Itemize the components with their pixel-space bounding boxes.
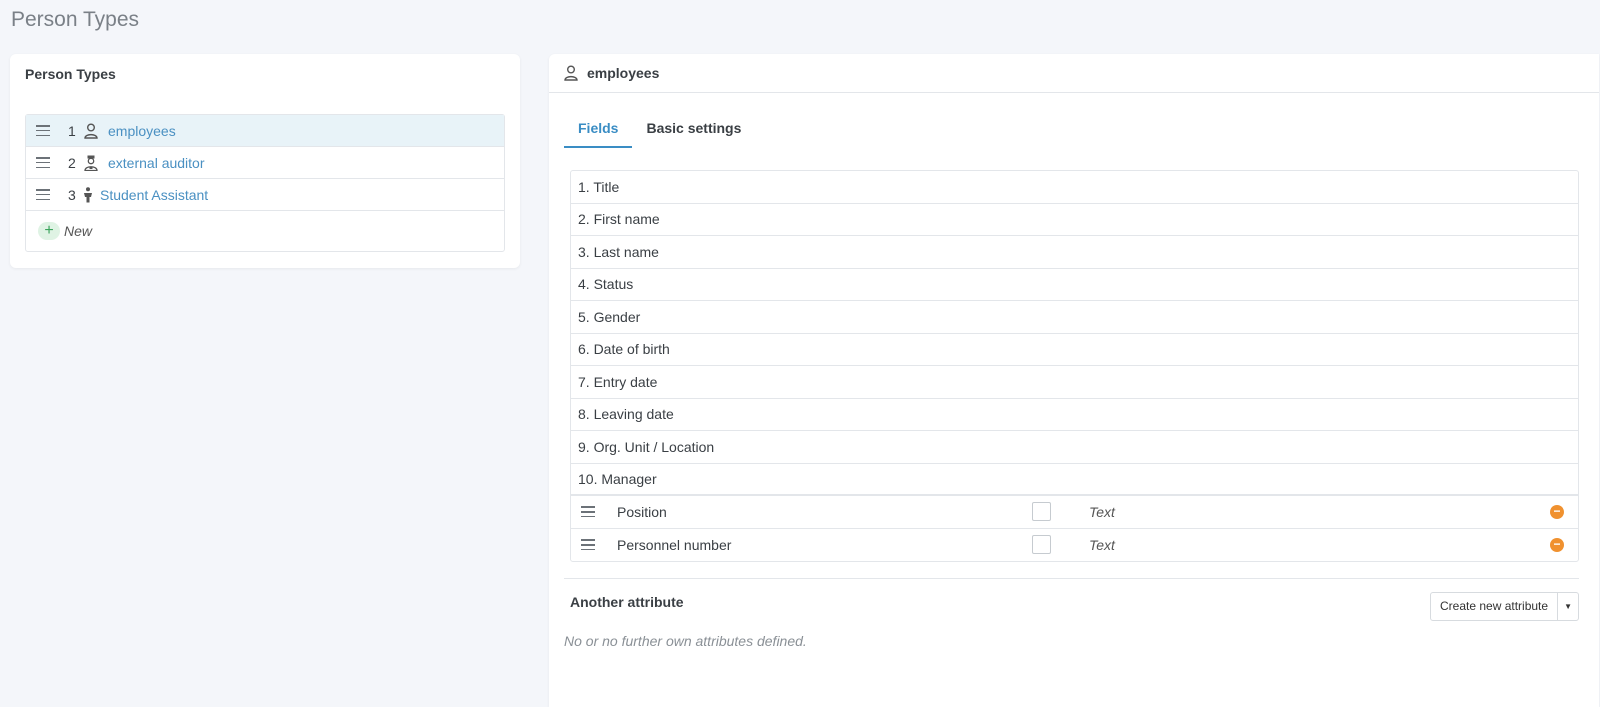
fixed-field-row: 8. Leaving date — [571, 399, 1578, 431]
drag-handle-icon[interactable] — [581, 506, 595, 518]
drag-handle-icon[interactable] — [581, 539, 595, 551]
fixed-field-row: 1. Title — [571, 171, 1578, 204]
remove-attribute-icon[interactable]: − — [1550, 537, 1564, 552]
drag-handle-icon[interactable] — [36, 189, 50, 200]
fields-list: 1. Title 2. First name 3. Last name 4. S… — [570, 170, 1579, 562]
person-type-label[interactable]: Student Assistant — [100, 187, 208, 203]
create-new-attribute-button[interactable]: Create new attribute ▼ — [1430, 592, 1580, 621]
new-person-type-row: + New — [26, 211, 504, 251]
person-type-detail-panel: employees Fields Basic settings 1. Title… — [549, 54, 1599, 707]
fixed-field-row: 10. Manager — [571, 464, 1578, 496]
another-attribute-title: Another attribute — [570, 594, 684, 610]
person-standing-icon — [82, 186, 94, 204]
person-outline-icon — [82, 122, 100, 140]
person-type-number: 3 — [68, 186, 76, 203]
person-types-panel: Person Types 1 employees 2 external audi… — [10, 54, 520, 268]
attribute-row-personnel-number: Personnel number Text − — [571, 529, 1578, 562]
section-divider — [564, 578, 1579, 579]
detail-header-title: employees — [587, 65, 660, 81]
attribute-checkbox[interactable] — [1032, 535, 1051, 555]
detail-header: employees — [549, 54, 1599, 93]
attribute-checkbox[interactable] — [1032, 502, 1051, 522]
fixed-field-row: 7. Entry date — [571, 366, 1578, 399]
fixed-field-row: 2. First name — [571, 204, 1578, 236]
tab-fields[interactable]: Fields — [564, 112, 633, 148]
drag-handle-icon[interactable] — [36, 125, 50, 136]
fixed-field-row: 3. Last name — [571, 236, 1578, 269]
caret-down-icon[interactable]: ▼ — [1558, 593, 1578, 620]
fixed-field-row: 6. Date of birth — [571, 334, 1578, 366]
drag-handle-icon[interactable] — [36, 157, 50, 168]
person-types-list: 1 employees 2 external auditor 3 Student… — [25, 114, 505, 252]
fixed-field-row: 4. Status — [571, 269, 1578, 301]
person-type-number: 1 — [68, 122, 76, 139]
person-types-panel-title: Person Types — [25, 66, 116, 82]
person-type-item-student-assistant[interactable]: 3 Student Assistant — [26, 179, 504, 211]
person-type-item-employees[interactable]: 1 employees — [26, 115, 504, 147]
create-new-attribute-label[interactable]: Create new attribute — [1431, 593, 1559, 620]
page-title: Person Types — [11, 8, 140, 31]
plus-icon: + — [38, 222, 60, 240]
fixed-field-row: 5. Gender — [571, 301, 1578, 334]
person-type-label[interactable]: external auditor — [108, 155, 205, 171]
tab-basic-settings[interactable]: Basic settings — [632, 112, 755, 148]
attribute-type: Text — [1089, 503, 1115, 520]
empty-attributes-note: No or no further own attributes defined. — [564, 633, 807, 649]
new-label: New — [64, 223, 93, 239]
person-type-item-external-auditor[interactable]: 2 external auditor — [26, 147, 504, 179]
person-badge-icon — [82, 154, 100, 172]
new-person-type-button[interactable]: + New — [38, 222, 92, 240]
person-outline-icon — [564, 65, 580, 81]
remove-attribute-icon[interactable]: − — [1550, 505, 1564, 519]
attribute-row-position: Position Text − — [571, 496, 1578, 529]
fixed-field-row: 9. Org. Unit / Location — [571, 431, 1578, 464]
person-type-label[interactable]: employees — [108, 123, 176, 139]
attribute-name: Position — [617, 503, 667, 520]
attribute-type: Text — [1089, 536, 1115, 553]
detail-tabs: Fields Basic settings — [564, 112, 755, 148]
person-type-number: 2 — [68, 154, 76, 171]
attribute-name: Personnel number — [617, 536, 732, 553]
